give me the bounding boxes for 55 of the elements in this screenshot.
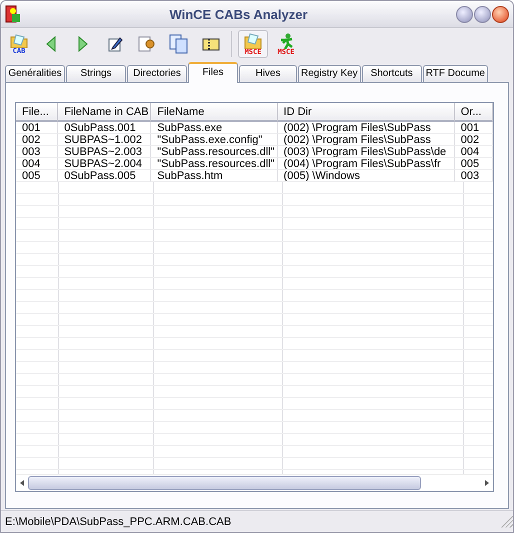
table-cell: (004) \Program Files\SubPass\fr — [278, 158, 455, 170]
close-button[interactable] — [492, 6, 509, 22]
tab[interactable]: Directories — [127, 65, 187, 82]
table-cell: 004 — [16, 158, 58, 170]
table-cell: 002 — [454, 134, 493, 146]
table-cell: (002) \Program Files\SubPass — [278, 122, 455, 134]
copy-pages-icon — [169, 34, 189, 54]
tab[interactable]: Hives — [239, 65, 297, 82]
table-cell: SUBPAS~2.003 — [58, 146, 152, 158]
folder-icon — [8, 34, 30, 48]
table-cell: 005 — [454, 158, 493, 170]
table-cell: SUBPAS~2.004 — [58, 158, 152, 170]
left-arrow-icon — [45, 36, 57, 52]
table-cell: 001 — [16, 122, 58, 134]
tab[interactable]: Files — [188, 62, 238, 83]
scroll-left-icon[interactable] — [20, 480, 24, 486]
table-cell: SubPass.htm — [151, 170, 278, 182]
column-header[interactable]: File... — [16, 103, 58, 122]
tab[interactable]: Genéralities — [5, 65, 65, 82]
maximize-button[interactable] — [474, 6, 491, 22]
scrollbar-thumb[interactable] — [28, 476, 421, 490]
table-cell: 0SubPass.005 — [58, 170, 152, 182]
scroll-right-icon[interactable] — [485, 480, 489, 486]
column-header[interactable]: Or... — [454, 103, 493, 122]
notepad-pencil-icon — [107, 36, 123, 52]
table-cell: (002) \Program Files\SubPass — [278, 134, 455, 146]
table-cell: 003 — [16, 146, 58, 158]
tab[interactable]: Strings — [66, 65, 126, 82]
app-icon — [5, 5, 21, 23]
table-cell: "SubPass.resources.dll" — [151, 146, 278, 158]
table-cell: 0SubPass.001 — [58, 122, 152, 134]
table-cell: SubPass.exe — [151, 122, 278, 134]
table-cell: "SubPass.exe.config" — [151, 134, 278, 146]
column-header[interactable]: FileName in CAB — [58, 103, 152, 122]
table-cell: 004 — [454, 146, 493, 158]
tab[interactable]: Registry Key — [298, 65, 361, 82]
table-cell: 005 — [16, 170, 58, 182]
table-cell: (003) \Program Files\SubPass\de — [278, 146, 455, 158]
window-title: WinCE CABs Analyzer — [168, 6, 309, 22]
column-header[interactable]: ID Dir — [278, 103, 455, 122]
tab[interactable]: Shortcuts — [362, 65, 422, 82]
table-cell: "SubPass.resources.dll" — [151, 158, 278, 170]
tab[interactable]: RTF Docume — [422, 65, 488, 82]
folder-icon — [242, 32, 264, 48]
table-cell: SUBPAS~1.002 — [58, 134, 152, 146]
table-cell: (005) \Windows — [278, 170, 455, 182]
table-cell: 003 — [454, 170, 493, 182]
table-cell: 002 — [16, 134, 58, 146]
table-cell: 001 — [454, 122, 493, 134]
right-arrow-icon — [77, 36, 89, 52]
zip-folder-icon — [202, 37, 220, 51]
column-header[interactable]: FileName — [151, 103, 278, 122]
document-gear-icon — [138, 36, 156, 52]
minimize-button[interactable] — [456, 6, 473, 22]
status-text: E:\Mobile\PDA\SubPass_PPC.ARM.CAB.CAB — [5, 516, 232, 528]
